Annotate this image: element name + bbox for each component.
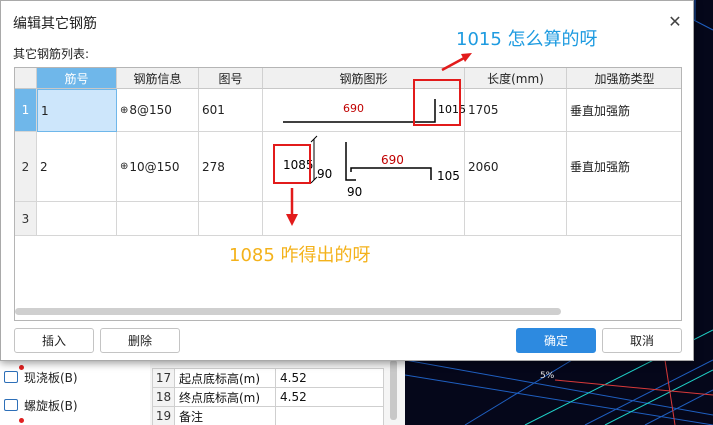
question-note-1015: 1015 怎么算的呀 bbox=[456, 29, 598, 50]
rebar-info-text: 10@150 bbox=[129, 159, 180, 174]
length-cell[interactable]: 1705 bbox=[465, 89, 567, 132]
rebar-grade-icon: ⊕ bbox=[120, 104, 129, 116]
table-row[interactable]: 18 终点底标高(m) 4.52 bbox=[152, 387, 384, 407]
rebar-info-cell[interactable] bbox=[117, 202, 199, 236]
status-dot bbox=[19, 418, 24, 423]
row-number: 17 bbox=[152, 368, 175, 388]
row-header[interactable]: 2 bbox=[15, 132, 37, 202]
delete-button[interactable]: 删除 bbox=[100, 328, 180, 353]
property-name: 起点底标高(m) bbox=[174, 368, 276, 388]
figure-no-cell[interactable]: 601 bbox=[199, 89, 263, 132]
row-number: 18 bbox=[152, 387, 175, 407]
rebar-grade-icon: ⊕ bbox=[120, 161, 129, 172]
highlight-box-1085 bbox=[273, 144, 311, 184]
column-header-figure-no[interactable]: 图号 bbox=[199, 68, 263, 89]
slab-icon bbox=[4, 371, 18, 383]
edit-other-rebar-dialog: 编辑其它钢筋 ✕ 其它钢筋列表: 筋号 钢筋信息 图号 钢筋图形 长度(mm) … bbox=[0, 0, 694, 361]
column-header-bar-no[interactable]: 筋号 bbox=[37, 68, 117, 89]
length-cell[interactable]: 2060 bbox=[465, 132, 567, 202]
dialog-title: 编辑其它钢筋 bbox=[13, 16, 97, 32]
shape-dimension-bottom: 90 bbox=[347, 185, 363, 199]
table-row[interactable]: 17 起点底标高(m) 4.52 bbox=[152, 368, 384, 388]
tree-item-label: 螺旋板(B) bbox=[24, 398, 78, 413]
row-header[interactable]: 3 bbox=[15, 202, 37, 236]
close-icon[interactable]: ✕ bbox=[666, 13, 684, 31]
properties-table: 17 起点底标高(m) 4.52 18 终点底标高(m) 4.52 19 备注 bbox=[152, 368, 384, 425]
reinforce-type-cell[interactable]: 垂直加强筋 bbox=[567, 132, 681, 202]
figure-no-cell[interactable]: 278 bbox=[199, 132, 263, 202]
tree-item-label: 现浇板(B) bbox=[24, 370, 78, 385]
grid-horizontal-scrollbar[interactable] bbox=[15, 308, 561, 315]
ok-button[interactable]: 确定 bbox=[516, 328, 596, 353]
tree-item-cast-slab[interactable]: 现浇板(B) bbox=[4, 367, 78, 387]
column-header-length[interactable]: 长度(mm) bbox=[465, 68, 567, 89]
question-note-1085: 1085 咋得出的呀 bbox=[229, 245, 371, 266]
row-number: 19 bbox=[152, 406, 175, 425]
rebar-info-cell[interactable]: ⊕ 8@150 bbox=[117, 89, 199, 132]
property-value[interactable] bbox=[275, 406, 384, 425]
properties-scrollbar[interactable] bbox=[390, 360, 397, 420]
column-header-rebar-info[interactable]: 钢筋信息 bbox=[117, 68, 199, 89]
rebar-info-cell[interactable]: ⊕ 10@150 bbox=[117, 132, 199, 202]
cad-label: 5% bbox=[540, 371, 555, 381]
tree-item-spiral-slab[interactable]: 螺旋板(B) bbox=[4, 395, 78, 415]
reinforce-type-cell[interactable] bbox=[567, 202, 681, 236]
highlight-box-1015 bbox=[413, 79, 461, 126]
length-cell[interactable] bbox=[465, 202, 567, 236]
property-name: 终点底标高(m) bbox=[174, 387, 276, 407]
column-header-reinforce-type[interactable]: 加强筋类型 bbox=[567, 68, 681, 89]
figure-no-cell[interactable] bbox=[199, 202, 263, 236]
shape-dimension-top: 690 bbox=[343, 102, 364, 115]
property-value[interactable]: 4.52 bbox=[275, 368, 384, 388]
grid-corner bbox=[15, 68, 37, 89]
shape-dimension-right: 105 bbox=[437, 169, 460, 183]
rebar-info-text: 8@150 bbox=[129, 103, 172, 117]
shape-dimension-top: 690 bbox=[381, 153, 404, 167]
rebar-list-label: 其它钢筋列表: bbox=[13, 47, 90, 61]
cancel-button[interactable]: 取消 bbox=[602, 328, 682, 353]
property-value[interactable]: 4.52 bbox=[275, 387, 384, 407]
rebar-grid: 筋号 钢筋信息 图号 钢筋图形 长度(mm) 加强筋类型 1 1 ⊕ 8@150… bbox=[14, 67, 682, 321]
row-header[interactable]: 1 bbox=[15, 89, 37, 132]
bar-no-cell[interactable]: 1 bbox=[37, 89, 117, 132]
spiral-slab-icon bbox=[4, 399, 18, 411]
bar-no-cell[interactable] bbox=[37, 202, 117, 236]
rebar-shape-cell[interactable] bbox=[263, 202, 465, 236]
shape-dimension-left-vertical: 90 bbox=[317, 167, 333, 181]
bar-no-cell[interactable]: 2 bbox=[37, 132, 117, 202]
property-name: 备注 bbox=[174, 406, 276, 425]
reinforce-type-cell[interactable]: 垂直加强筋 bbox=[567, 89, 681, 132]
table-row[interactable]: 19 备注 bbox=[152, 406, 384, 425]
insert-button[interactable]: 插入 bbox=[14, 328, 94, 353]
